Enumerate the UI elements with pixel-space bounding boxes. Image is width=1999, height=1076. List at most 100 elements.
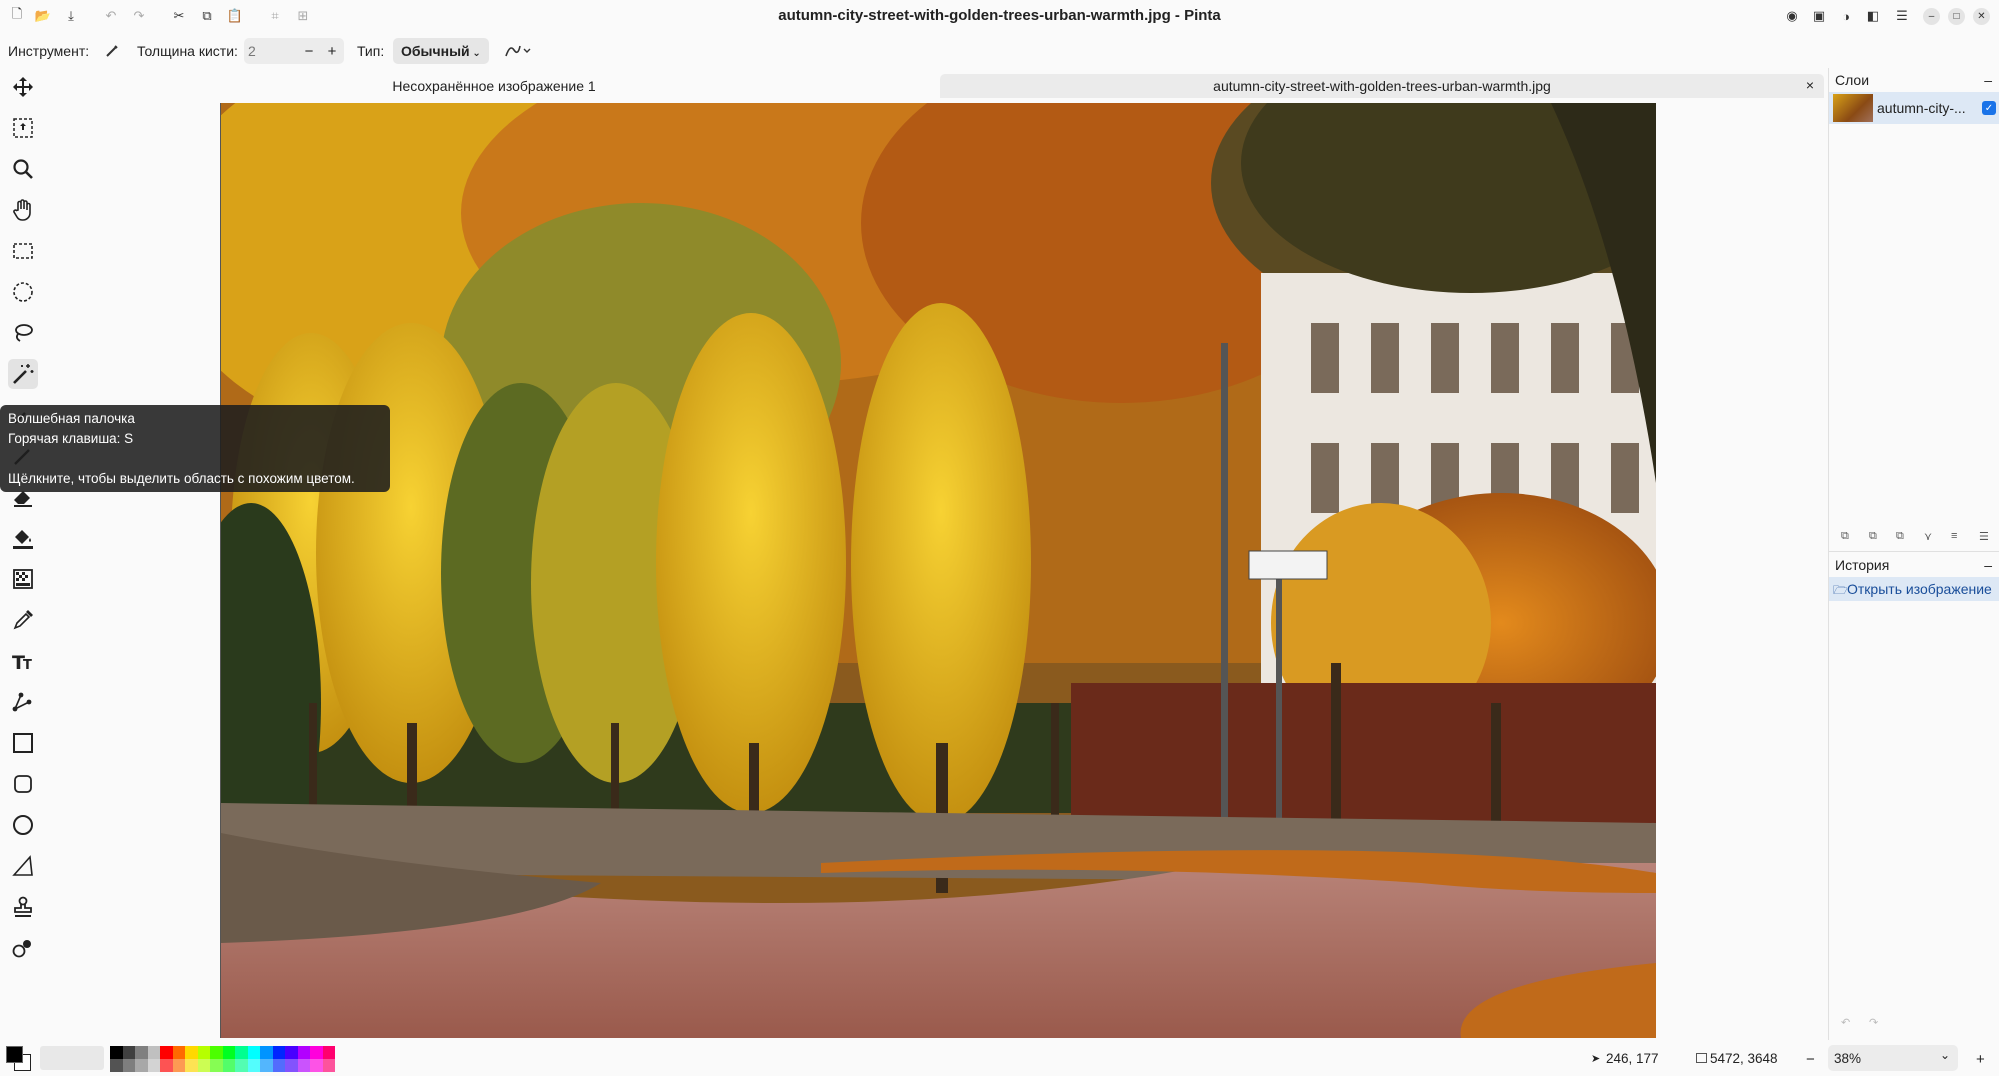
image-canvas[interactable] [220,103,1656,1038]
palette-swatch[interactable] [160,1059,173,1072]
palette-swatch[interactable] [285,1046,298,1059]
palette-swatch[interactable] [210,1059,223,1072]
ellipse-select-tool[interactable] [8,277,38,307]
zoom-out-button[interactable]: − [1806,1051,1815,1068]
palette-swatch[interactable] [222,1046,235,1059]
palette-swatch[interactable] [147,1059,160,1072]
color-picker-tool[interactable] [8,605,38,635]
antialiasing-dropdown[interactable] [504,42,534,60]
zoom-value[interactable]: 38% [1834,1051,1861,1066]
delete-layer-icon[interactable]: ⧉ [1869,530,1877,543]
palette-swatch[interactable] [297,1059,310,1072]
duplicate-layer-icon[interactable]: ⧉ [1896,530,1904,543]
zoom-combo[interactable]: 38% ⌄ [1828,1045,1958,1071]
freeform-shape-tool[interactable] [8,851,38,881]
rounded-rectangle-tool[interactable] [8,769,38,799]
palette-swatch[interactable] [160,1046,173,1059]
palette-swatch[interactable] [110,1059,123,1072]
palette-swatch[interactable] [260,1059,273,1072]
brush-width-stepper[interactable]: 2 − + [244,38,344,64]
palette-swatch[interactable] [222,1059,235,1072]
palette-swatch[interactable] [247,1046,260,1059]
palette-swatch[interactable] [185,1046,198,1059]
layer-properties-icon[interactable]: ☰ [1979,530,1989,543]
close-tab-icon[interactable]: × [1806,77,1814,93]
add-layer-icon[interactable]: ⧉ [1841,530,1849,543]
image-menu-icon[interactable]: ▣ [1810,7,1828,25]
history-panel-minimize-button[interactable]: – [1984,557,1992,573]
ellipse-tool[interactable] [8,810,38,840]
brush-width-decrease-button[interactable]: − [299,41,319,61]
lasso-select-tool[interactable] [8,318,38,348]
tool-label: Инструмент: [8,43,90,59]
layer-visibility-checkbox[interactable]: ✓ [1982,101,1996,115]
palette-swatch[interactable] [247,1059,260,1072]
zoom-in-button[interactable]: + [1976,1051,1985,1068]
line-curve-tool[interactable] [8,687,38,717]
chevron-down-icon[interactable]: ⌄ [1940,1048,1950,1062]
palette-swatch[interactable] [322,1046,335,1059]
history-item[interactable]: 🗁 Открыть изображение [1829,577,1999,601]
minimize-window-icon[interactable]: – [1923,8,1940,25]
view-icon[interactable]: ◉ [1783,7,1801,25]
zoom-tool[interactable] [8,154,38,184]
text-icon: TT [12,652,32,673]
primary-color-swatch[interactable] [6,1046,23,1063]
brush-width-increase-button[interactable]: + [322,41,342,61]
move-layer-icon[interactable]: ≡ [1951,530,1957,542]
effects-icon[interactable]: ◧ [1864,7,1882,25]
move-selection-tool[interactable] [8,113,38,143]
brush-type-dropdown[interactable]: Обычный ⌄ [393,38,489,64]
layer-item[interactable]: autumn-city-... ✓ [1829,92,1999,124]
rectangle-icon [13,733,33,753]
close-window-icon[interactable]: ✕ [1973,8,1990,25]
rectangle-tool[interactable] [8,728,38,758]
adjustments-icon[interactable]: ◑ [1837,7,1855,25]
palette-swatch[interactable] [235,1059,248,1072]
palette-swatch[interactable] [147,1046,160,1059]
history-undo-icon[interactable]: ↶ [1841,1016,1850,1029]
palette-swatch[interactable] [135,1046,148,1059]
palette-swatch[interactable] [197,1059,210,1072]
tab-autumn-image[interactable]: autumn-city-street-with-golden-trees-urb… [940,74,1824,98]
palette-swatch[interactable] [185,1059,198,1072]
history-redo-icon[interactable]: ↷ [1869,1016,1878,1029]
move-selected-tool[interactable] [8,72,38,102]
layers-panel-minimize-button[interactable]: – [1984,72,1992,88]
rectangle-select-tool[interactable] [8,236,38,266]
primary-secondary-color-picker[interactable] [6,1046,34,1071]
recolor-tool[interactable] [8,933,38,963]
palette-swatch[interactable] [110,1046,123,1059]
palette-swatch[interactable] [272,1059,285,1072]
palette-swatch[interactable] [310,1059,323,1072]
palette-swatch[interactable] [172,1059,185,1072]
color-palette[interactable] [110,1046,336,1072]
brush-width-input[interactable]: 2 [248,43,256,59]
text-tool[interactable]: TT [8,646,38,676]
recent-colors[interactable] [40,1046,104,1070]
clone-stamp-tool[interactable] [8,892,38,922]
palette-swatch[interactable] [122,1059,135,1072]
paint-bucket-tool[interactable] [8,523,38,553]
palette-swatch[interactable] [285,1059,298,1072]
palette-swatch[interactable] [235,1046,248,1059]
palette-swatch[interactable] [322,1059,335,1072]
gradient-tool[interactable] [8,564,38,594]
magic-wand-tool[interactable] [8,359,38,389]
tooltip-hotkey: Горячая клавиша: S [8,431,134,446]
palette-swatch[interactable] [197,1046,210,1059]
maximize-window-icon[interactable]: □ [1948,8,1965,25]
tab-unsaved-image[interactable]: Несохранённое изображение 1 [220,74,768,98]
merge-layer-down-icon[interactable]: ⋎ [1924,530,1932,543]
main-menu-icon[interactable]: ☰ [1893,7,1911,25]
autumn-street-photo [221,103,1656,1038]
palette-swatch[interactable] [122,1046,135,1059]
palette-swatch[interactable] [172,1046,185,1059]
palette-swatch[interactable] [310,1046,323,1059]
palette-swatch[interactable] [297,1046,310,1059]
palette-swatch[interactable] [260,1046,273,1059]
palette-swatch[interactable] [210,1046,223,1059]
palette-swatch[interactable] [135,1059,148,1072]
palette-swatch[interactable] [272,1046,285,1059]
pan-tool[interactable] [8,195,38,225]
